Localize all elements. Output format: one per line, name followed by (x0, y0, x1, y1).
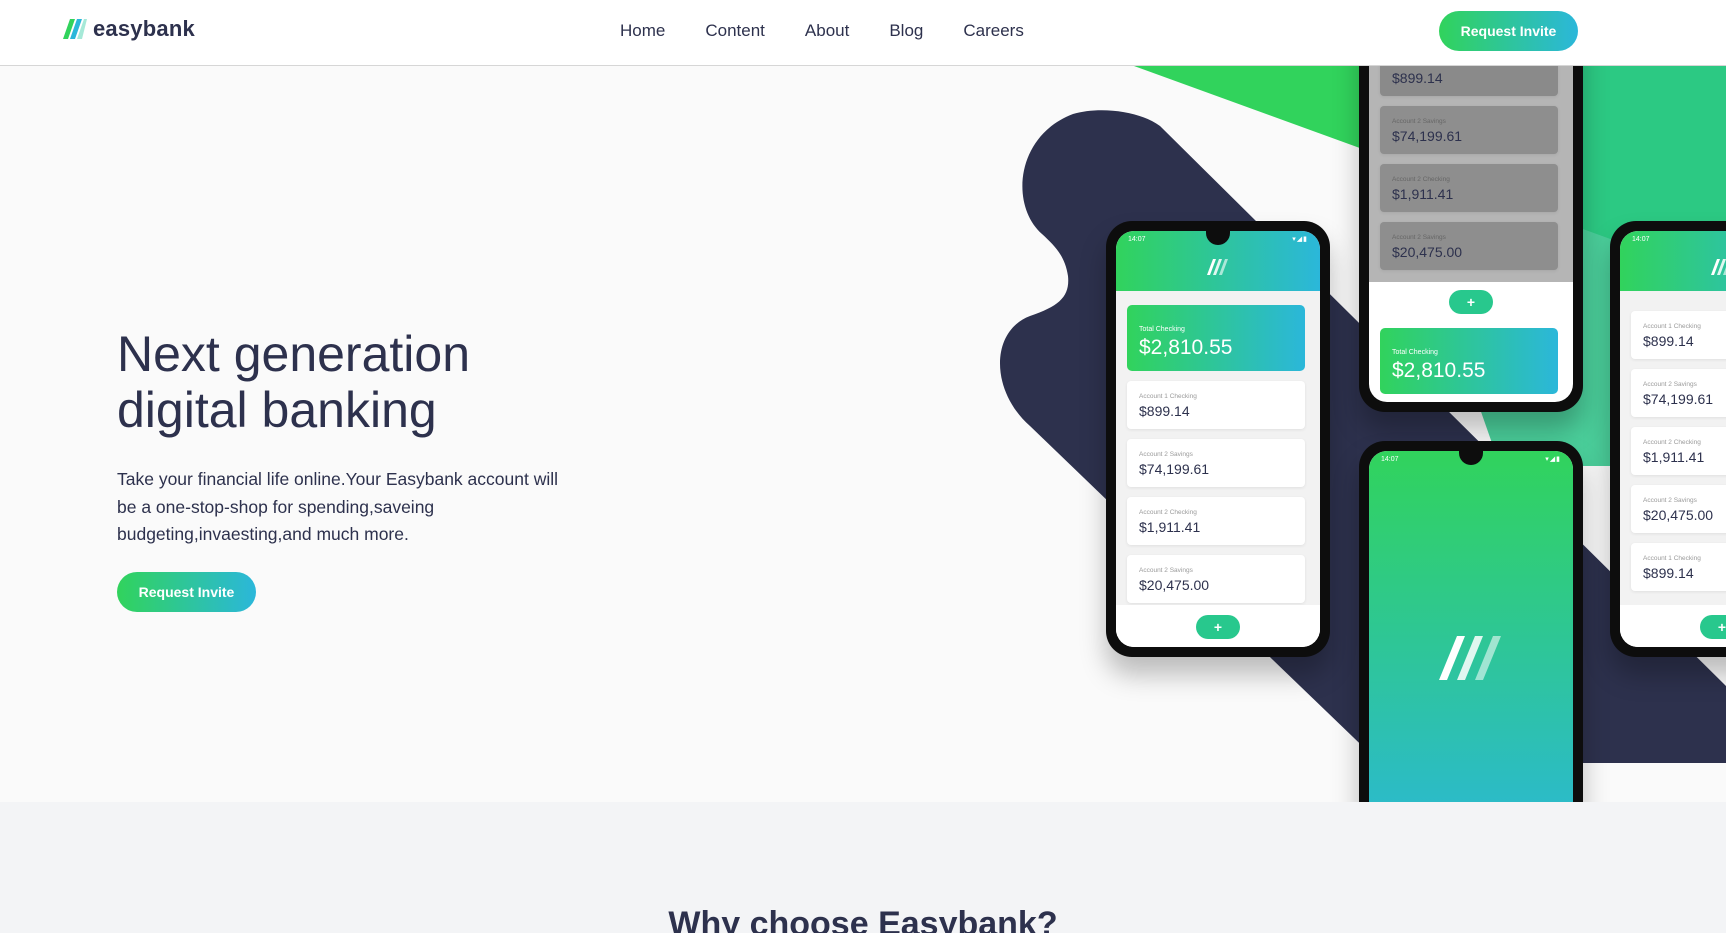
why-choose-title: Why choose Easybank? (668, 905, 1058, 933)
phone-left-screen: 14:07 ▾◢▮ Total Checking $2,810.55 Accou… (1116, 231, 1320, 647)
status-time: 14:07 (1381, 456, 1399, 463)
phone-right-header: 14:07 (1620, 231, 1726, 291)
status-time: 14:07 (1632, 236, 1650, 243)
total-label: Total Checking (1392, 349, 1438, 356)
easybank-logo[interactable]: easybank (63, 16, 195, 42)
account-value: $20,475.00 (1139, 577, 1210, 593)
status-icons: ▾◢▮ (1545, 456, 1561, 463)
account-label: Account 2 Checking (1643, 439, 1701, 446)
nav-careers[interactable]: Careers (963, 20, 1023, 42)
brand-name: easybank (93, 16, 195, 41)
header-request-invite-button[interactable]: Request Invite (1439, 11, 1578, 51)
account-value: $1,911.41 (1643, 449, 1705, 465)
total-checking-card[interactable]: Total Checking $2,810.55 (1127, 305, 1305, 371)
hero-request-invite-button[interactable]: Request Invite (117, 572, 256, 612)
account-card[interactable]: Account 1 Checking $899.14 (1127, 381, 1305, 429)
logo-mark-icon (63, 19, 87, 39)
account-label: Account 2 Savings (1139, 451, 1193, 458)
main-nav: Home Content About Blog Careers (620, 20, 1064, 42)
account-value: $899.14 (1139, 403, 1190, 419)
account-value: $74,199.61 (1643, 391, 1714, 407)
account-card[interactable]: Account 2 Checking $1,911.41 (1631, 427, 1726, 475)
nav-blog[interactable]: Blog (889, 20, 923, 42)
account-label: Account 1 Checking (1139, 393, 1197, 400)
account-card[interactable]: Account 2 Savings $74,199.61 (1127, 439, 1305, 487)
hero-description: Take your financial life online.Your Eas… (117, 469, 558, 544)
account-label: Account 2 Savings (1643, 381, 1697, 388)
account-value: $899.14 (1643, 565, 1694, 581)
account-card[interactable]: Account 1 Checking $899.14 (1631, 543, 1726, 591)
account-label: Account 2 Checking (1139, 509, 1197, 516)
phone-top-center-screen: $899.14 Account 2 Savings $74,199.61 Acc… (1369, 66, 1573, 402)
total-value: $2,810.55 (1139, 336, 1233, 359)
account-card[interactable]: Account 2 Savings $74,199.61 (1631, 369, 1726, 417)
app-logo-icon (1711, 259, 1726, 275)
hero-title-line1: Next generation (117, 326, 471, 382)
status-icons: ▾◢▮ (1292, 236, 1308, 243)
bottom-bar: + (1620, 605, 1726, 647)
total-value: $2,810.55 (1392, 359, 1486, 382)
hero-title-line2: digital banking (117, 382, 437, 438)
account-card[interactable]: Account 2 Checking $1,911.41 (1127, 497, 1305, 545)
bottom-bar: + (1116, 605, 1320, 647)
app-logo-icon (1439, 636, 1501, 680)
account-card[interactable]: Account 1 Checking $899.14 (1631, 311, 1726, 359)
total-label: Total Checking (1139, 326, 1185, 333)
account-value: $899.14 (1643, 333, 1694, 349)
account-label: Account 2 Savings (1139, 567, 1193, 574)
account-card[interactable]: Account 2 Savings $20,475.00 (1380, 222, 1558, 270)
account-value: $20,475.00 (1392, 244, 1463, 260)
account-label: Account 2 Savings (1392, 118, 1446, 125)
account-value: $1,911.41 (1139, 519, 1201, 535)
account-card[interactable]: Account 2 Savings $74,199.61 (1380, 106, 1558, 154)
account-label: Account 1 Checking (1643, 555, 1701, 562)
phone-left: 14:07 ▾◢▮ Total Checking $2,810.55 Accou… (1106, 221, 1330, 657)
account-value: $899.14 (1392, 70, 1443, 86)
phone-top-center: $899.14 Account 2 Savings $74,199.61 Acc… (1359, 66, 1583, 412)
account-value: $74,199.61 (1139, 461, 1210, 477)
account-value: $1,911.41 (1392, 186, 1454, 202)
add-button[interactable]: + (1196, 615, 1240, 639)
phone-right: 14:07 Account 1 Checking $899.14 Account… (1610, 221, 1726, 657)
account-value: $20,475.00 (1643, 507, 1714, 523)
account-label: Account 2 Checking (1392, 176, 1450, 183)
nav-content[interactable]: Content (705, 20, 765, 42)
account-card[interactable]: $899.14 (1380, 66, 1558, 96)
account-card[interactable]: Account 2 Checking $1,911.41 (1380, 164, 1558, 212)
site-header: easybank Home Content About Blog Careers… (0, 0, 1726, 66)
total-checking-card[interactable]: Total Checking $2,810.55 (1380, 328, 1558, 394)
nav-home[interactable]: Home (620, 20, 665, 42)
nav-about[interactable]: About (805, 20, 849, 42)
account-label: Account 1 Checking (1643, 323, 1701, 330)
account-label: Account 2 Savings (1392, 234, 1446, 241)
account-label: Account 2 Savings (1643, 497, 1697, 504)
phone-right-screen: 14:07 Account 1 Checking $899.14 Account… (1620, 231, 1726, 647)
status-time: 14:07 (1128, 236, 1146, 243)
account-value: $74,199.61 (1392, 128, 1463, 144)
add-button[interactable]: + (1700, 615, 1726, 639)
app-logo-icon (1207, 259, 1228, 275)
hero-title: Next generation digital banking (117, 326, 637, 438)
add-button[interactable]: + (1449, 290, 1493, 314)
page: easybank Home Content About Blog Careers… (0, 0, 1726, 933)
account-card[interactable]: Account 2 Savings $20,475.00 (1127, 555, 1305, 603)
account-card[interactable]: Account 2 Savings $20,475.00 (1631, 485, 1726, 533)
